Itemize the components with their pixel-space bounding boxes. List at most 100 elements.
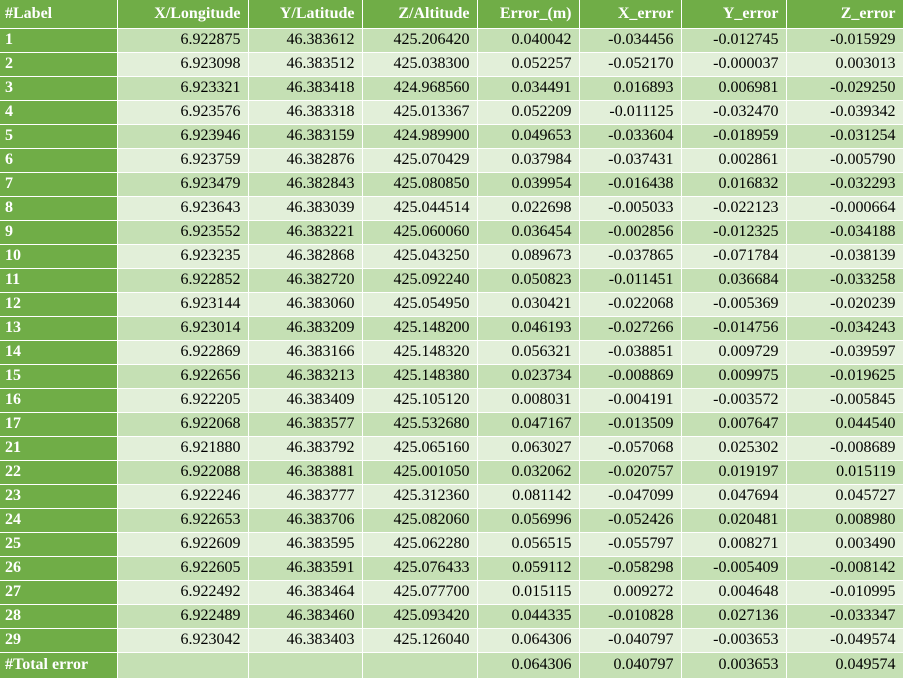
x-longitude-cell: 6.922205 xyxy=(117,388,249,413)
row-label: 13 xyxy=(0,316,118,341)
error-m-cell: 0.039954 xyxy=(477,172,580,197)
y-latitude-cell: 46.383039 xyxy=(248,196,363,221)
z-error-cell: -0.005845 xyxy=(786,388,903,413)
z-error-cell: -0.005790 xyxy=(786,148,903,173)
x-longitude-cell: 6.923759 xyxy=(117,148,249,173)
error-m-cell: 0.036454 xyxy=(477,220,580,245)
error-m-cell: 0.063027 xyxy=(477,436,580,461)
total-z-altitude-cell xyxy=(362,652,478,679)
x-error-cell: 0.016893 xyxy=(579,76,682,101)
y-latitude-cell: 46.383512 xyxy=(248,52,363,77)
x-error-cell: -0.005033 xyxy=(579,196,682,221)
z-error-cell: -0.039597 xyxy=(786,340,903,365)
z-altitude-cell: 425.532680 xyxy=(362,412,478,437)
z-error-cell: -0.031254 xyxy=(786,124,903,149)
y-latitude-cell: 46.383418 xyxy=(248,76,363,101)
row-label: 2 xyxy=(0,52,118,77)
y-latitude-cell: 46.383318 xyxy=(248,100,363,125)
error-m-cell: 0.044335 xyxy=(477,604,580,629)
y-latitude-cell: 46.383577 xyxy=(248,412,363,437)
table-row: 23 6.922246 46.383777 425.312360 0.081142 -0.… xyxy=(0,484,903,509)
table-row: 14 6.922869 46.383166 425.148320 0.056321 -0.… xyxy=(0,340,903,365)
error-m-cell: 0.081142 xyxy=(477,484,580,509)
y-error-cell: -0.005409 xyxy=(681,556,787,581)
y-error-cell: -0.005369 xyxy=(681,292,787,317)
y-error-cell: -0.014756 xyxy=(681,316,787,341)
total-z-error: 0.049574 xyxy=(786,652,903,679)
x-longitude-cell: 6.923576 xyxy=(117,100,249,125)
z-altitude-cell: 425.105120 xyxy=(362,388,478,413)
x-longitude-cell: 6.923946 xyxy=(117,124,249,149)
z-altitude-cell: 425.092240 xyxy=(362,268,478,293)
y-error-cell: -0.018959 xyxy=(681,124,787,149)
z-altitude-cell: 425.082060 xyxy=(362,508,478,533)
y-latitude-cell: 46.383209 xyxy=(248,316,363,341)
x-error-cell: -0.004191 xyxy=(579,388,682,413)
y-error-cell: -0.003653 xyxy=(681,628,787,653)
x-error-cell: -0.047099 xyxy=(579,484,682,509)
table-row: 27 6.922492 46.383464 425.077700 0.015115 0.0… xyxy=(0,580,903,605)
y-latitude-cell: 46.383221 xyxy=(248,220,363,245)
x-longitude-cell: 6.922605 xyxy=(117,556,249,581)
row-label: 22 xyxy=(0,460,118,485)
table-footer: #Total error 0.064306 0.040797 0.003653 0.04… xyxy=(0,652,903,679)
error-m-cell: 0.032062 xyxy=(477,460,580,485)
z-error-cell: -0.039342 xyxy=(786,100,903,125)
x-error-cell: -0.037865 xyxy=(579,244,682,269)
x-longitude-cell: 6.923098 xyxy=(117,52,249,77)
x-longitude-cell: 6.923042 xyxy=(117,628,249,653)
z-error-cell: -0.034243 xyxy=(786,316,903,341)
z-altitude-cell: 424.968560 xyxy=(362,76,478,101)
z-altitude-cell: 425.054950 xyxy=(362,292,478,317)
z-error-cell: 0.008980 xyxy=(786,508,903,533)
z-error-cell: 0.044540 xyxy=(786,412,903,437)
row-label: 24 xyxy=(0,508,118,533)
table-row: 9 6.923552 46.383221 425.060060 0.036454 -0.0… xyxy=(0,220,903,245)
total-y-error: 0.003653 xyxy=(681,652,787,679)
x-longitude-cell: 6.923144 xyxy=(117,292,249,317)
y-latitude-cell: 46.383612 xyxy=(248,28,363,53)
row-label: 10 xyxy=(0,244,118,269)
x-error-cell: -0.008869 xyxy=(579,364,682,389)
error-m-cell: 0.047167 xyxy=(477,412,580,437)
table-row: 12 6.923144 46.383060 425.054950 0.030421 -0.… xyxy=(0,292,903,317)
z-altitude-cell: 425.093420 xyxy=(362,604,478,629)
x-error-cell: -0.058298 xyxy=(579,556,682,581)
error-m-cell: 0.089673 xyxy=(477,244,580,269)
row-label: 12 xyxy=(0,292,118,317)
x-error-cell: -0.020757 xyxy=(579,460,682,485)
row-label: 9 xyxy=(0,220,118,245)
x-longitude-header: X/Longitude xyxy=(117,0,249,29)
total-error-row: #Total error 0.064306 0.040797 0.003653 0.04… xyxy=(0,652,903,679)
y-latitude-header: Y/Latitude xyxy=(248,0,363,29)
z-altitude-cell: 425.077700 xyxy=(362,580,478,605)
y-latitude-cell: 46.382720 xyxy=(248,268,363,293)
error-m-cell: 0.030421 xyxy=(477,292,580,317)
error-m-cell: 0.049653 xyxy=(477,124,580,149)
y-error-cell: 0.009975 xyxy=(681,364,787,389)
row-label: 11 xyxy=(0,268,118,293)
y-latitude-cell: 46.382868 xyxy=(248,244,363,269)
z-error-cell: -0.015929 xyxy=(786,28,903,53)
z-altitude-header: Z/Altitude xyxy=(362,0,478,29)
y-latitude-cell: 46.383777 xyxy=(248,484,363,509)
y-error-cell: 0.016832 xyxy=(681,172,787,197)
y-latitude-cell: 46.383706 xyxy=(248,508,363,533)
y-latitude-cell: 46.383881 xyxy=(248,460,363,485)
x-longitude-cell: 6.923321 xyxy=(117,76,249,101)
y-latitude-cell: 46.383460 xyxy=(248,604,363,629)
table-row: 28 6.922489 46.383460 425.093420 0.044335 -0.… xyxy=(0,604,903,629)
y-error-cell: -0.022123 xyxy=(681,196,787,221)
error-m-cell: 0.040042 xyxy=(477,28,580,53)
table-row: 8 6.923643 46.383039 425.044514 0.022698 -0.0… xyxy=(0,196,903,221)
y-error-cell: 0.002861 xyxy=(681,148,787,173)
row-label: 23 xyxy=(0,484,118,509)
error-m-cell: 0.056996 xyxy=(477,508,580,533)
x-error-cell: -0.011451 xyxy=(579,268,682,293)
row-label: 28 xyxy=(0,604,118,629)
row-label: 7 xyxy=(0,172,118,197)
x-error-cell: -0.022068 xyxy=(579,292,682,317)
table-row: 6 6.923759 46.382876 425.070429 0.037984 -0.0… xyxy=(0,148,903,173)
error-m-cell: 0.056321 xyxy=(477,340,580,365)
error-m-cell: 0.046193 xyxy=(477,316,580,341)
